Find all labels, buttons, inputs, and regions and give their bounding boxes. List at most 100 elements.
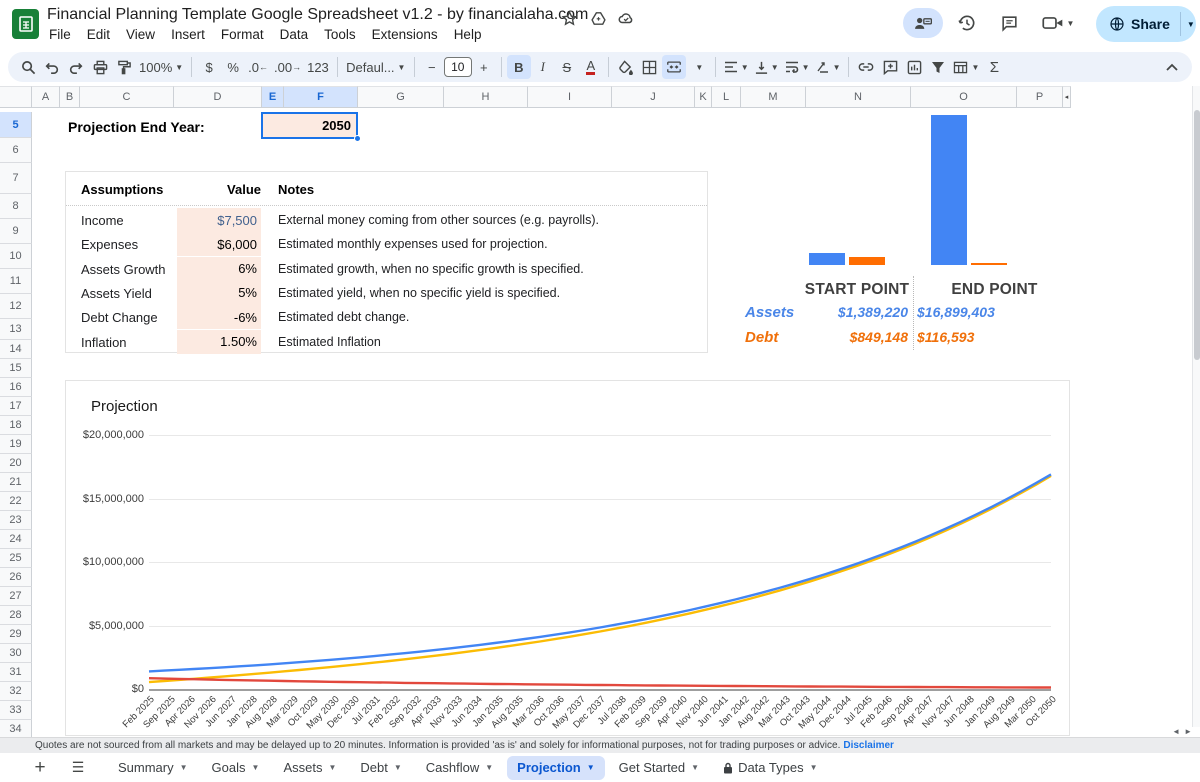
projection-line-chart[interactable]: Projection $20,000,000$15,000,000$10,000… — [65, 380, 1070, 736]
row-header-8[interactable]: 8 — [0, 194, 32, 219]
paint-format-button[interactable] — [112, 55, 136, 79]
row-header-27[interactable]: 27 — [0, 587, 32, 606]
text-wrap-button[interactable]: ▼ — [782, 55, 813, 79]
increase-font-size-button[interactable]: + — [472, 55, 496, 79]
row-header-19[interactable]: 19 — [0, 435, 32, 454]
row-header-26[interactable]: 26 — [0, 568, 32, 587]
row-header-9[interactable]: 9 — [0, 219, 32, 244]
horizontal-align-button[interactable]: ▼ — [721, 55, 752, 79]
row-header-33[interactable]: 33 — [0, 701, 32, 720]
menu-tools[interactable]: Tools — [316, 25, 364, 44]
tab-menu-caret-icon[interactable]: ▼ — [252, 763, 260, 772]
tab-debt[interactable]: Debt▼ — [350, 756, 411, 780]
bar-debt-end[interactable] — [971, 263, 1007, 266]
row-header-17[interactable]: 17 — [0, 397, 32, 416]
menu-file[interactable]: File — [41, 25, 79, 44]
row-header-12[interactable]: 12 — [0, 294, 32, 319]
tab-menu-caret-icon[interactable]: ▼ — [485, 763, 493, 772]
column-header-M[interactable]: M — [741, 86, 806, 108]
column-header-D[interactable]: D — [174, 86, 262, 108]
column-header-L[interactable]: L — [712, 86, 741, 108]
row-header-24[interactable]: 24 — [0, 530, 32, 549]
column-header-H[interactable]: H — [444, 86, 528, 108]
row-header-30[interactable]: 30 — [0, 644, 32, 663]
column-header-O[interactable]: O — [911, 86, 1017, 108]
paragraph-style-select[interactable]: Defaul...▼ — [343, 55, 409, 79]
column-header-C[interactable]: C — [80, 86, 174, 108]
bold-button[interactable]: B — [507, 55, 531, 79]
document-title[interactable]: Financial Planning Template Google Sprea… — [47, 6, 588, 24]
vertical-scrollbar[interactable] — [1192, 86, 1200, 727]
text-rotation-button[interactable]: ▼ — [813, 55, 844, 79]
row-header-14[interactable]: 14 — [0, 340, 32, 359]
tab-projection[interactable]: Projection▼ — [507, 756, 605, 780]
assumption-value[interactable]: 1.50% — [177, 330, 261, 354]
google-sheets-logo-icon[interactable] — [12, 9, 39, 39]
tab-goals[interactable]: Goals▼ — [202, 756, 270, 780]
row-header-15[interactable]: 15 — [0, 359, 32, 378]
column-header-J[interactable]: J — [612, 86, 695, 108]
font-size-input[interactable]: 10 — [444, 57, 472, 77]
create-filter-button[interactable] — [926, 55, 950, 79]
row-header-21[interactable]: 21 — [0, 473, 32, 492]
decrease-decimal-button[interactable]: .0← — [245, 55, 271, 79]
fill-color-button[interactable] — [614, 55, 638, 79]
assumption-value[interactable]: -6% — [177, 305, 261, 329]
column-header-F[interactable]: F — [284, 86, 358, 108]
column-header-E[interactable]: E — [262, 86, 284, 108]
tab-data-types[interactable]: Data Types▼ — [713, 756, 827, 780]
row-header-31[interactable]: 31 — [0, 663, 32, 682]
join-call-button[interactable]: ▼ — [1036, 8, 1080, 38]
vertical-align-button[interactable]: ▼ — [752, 55, 782, 79]
tab-menu-caret-icon[interactable]: ▼ — [180, 763, 188, 772]
end-year-cell-label[interactable]: Projection End Year: — [68, 119, 205, 135]
menu-insert[interactable]: Insert — [163, 25, 213, 44]
print-button[interactable] — [88, 55, 112, 79]
row-header-7[interactable]: 7 — [0, 163, 32, 194]
tab-menu-caret-icon[interactable]: ▼ — [587, 763, 595, 772]
row-header-25[interactable]: 25 — [0, 549, 32, 568]
functions-button[interactable]: Σ — [982, 55, 1006, 79]
menu-view[interactable]: View — [118, 25, 163, 44]
column-header-P[interactable]: P — [1017, 86, 1063, 108]
tab-menu-caret-icon[interactable]: ▼ — [394, 763, 402, 772]
row-header-5[interactable]: 5 — [0, 112, 32, 138]
merge-cells-button[interactable] — [662, 55, 686, 79]
row-header-6[interactable]: 6 — [0, 138, 32, 163]
zoom-select[interactable]: 100%▼ — [136, 55, 186, 79]
strikethrough-button[interactable]: S — [555, 55, 579, 79]
tab-get-started[interactable]: Get Started▼ — [609, 756, 709, 780]
tab-summary[interactable]: Summary▼ — [108, 756, 198, 780]
horizontal-scroll-arrows[interactable]: ◄► — [1172, 727, 1196, 736]
assumption-value[interactable]: $7,500 — [177, 208, 261, 232]
tab-assets[interactable]: Assets▼ — [273, 756, 346, 780]
version-history-icon[interactable] — [952, 8, 982, 38]
more-formats-button[interactable]: 123 — [304, 55, 332, 79]
column-header-G[interactable]: G — [358, 86, 444, 108]
insert-comment-button[interactable] — [878, 55, 902, 79]
column-header-A[interactable]: A — [32, 86, 60, 108]
format-percent-button[interactable]: % — [221, 55, 245, 79]
collaborators-icon[interactable] — [903, 8, 943, 38]
table-button[interactable]: ▼ — [950, 55, 982, 79]
document-status-cloud-icon[interactable] — [617, 9, 635, 27]
move-to-drive-icon[interactable] — [589, 9, 607, 27]
text-color-button[interactable]: A — [579, 55, 603, 79]
disclaimer-link[interactable]: Disclaimer — [843, 740, 894, 751]
row-header-32[interactable]: 32 — [0, 682, 32, 701]
borders-button[interactable] — [638, 55, 662, 79]
row-header-23[interactable]: 23 — [0, 511, 32, 530]
row-header-29[interactable]: 29 — [0, 625, 32, 644]
assumption-value[interactable]: $6,000 — [177, 232, 261, 256]
menu-extensions[interactable]: Extensions — [364, 25, 446, 44]
column-header-I[interactable]: I — [528, 86, 612, 108]
grid-corner-box[interactable] — [0, 86, 32, 108]
vertical-scrollbar-thumb[interactable] — [1194, 110, 1200, 360]
redo-button[interactable] — [64, 55, 88, 79]
star-icon[interactable] — [560, 9, 578, 27]
column-header-B[interactable]: B — [60, 86, 80, 108]
row-header-20[interactable]: 20 — [0, 454, 32, 473]
row-header-16[interactable]: 16 — [0, 378, 32, 397]
format-currency-button[interactable]: $ — [197, 55, 221, 79]
menu-edit[interactable]: Edit — [79, 25, 118, 44]
